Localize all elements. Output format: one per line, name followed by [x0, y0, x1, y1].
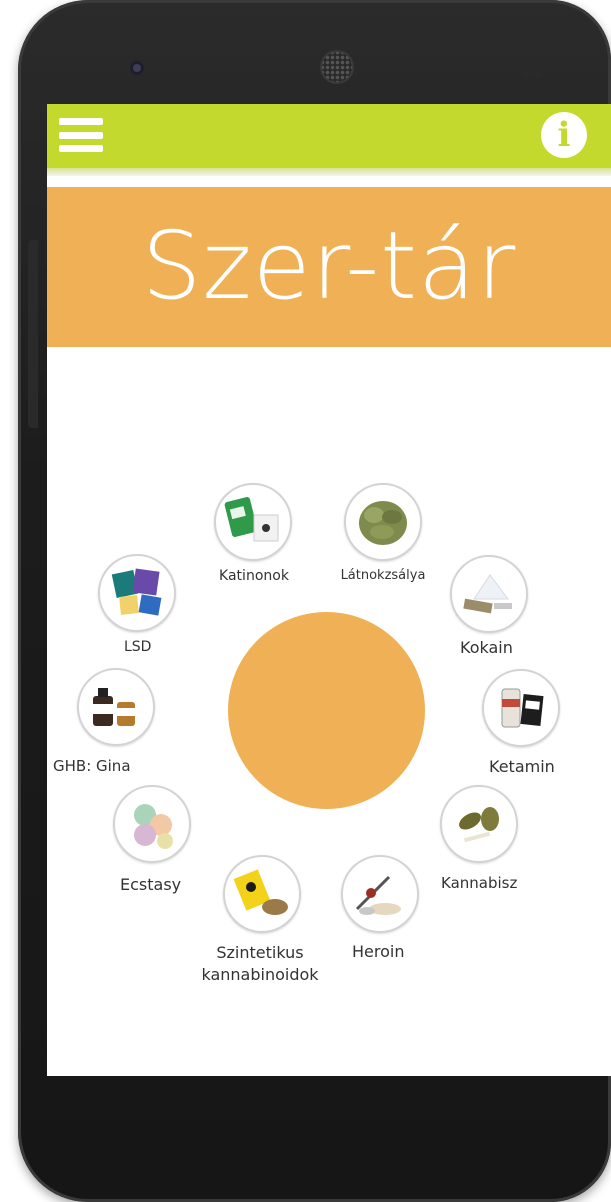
lsd-blotters-icon — [98, 554, 176, 632]
proximity-sensor-icon — [523, 63, 551, 78]
substance-label: Katinonok — [219, 568, 289, 584]
app-screen: i Szer-tár Katinonok Látnokzsálya Kokain… — [47, 104, 611, 1076]
side-volume-button — [28, 240, 38, 428]
substance-label-line2: kannabinoidok — [201, 965, 319, 984]
info-icon[interactable]: i — [541, 112, 587, 158]
substance-label: GHB: Gina — [53, 757, 131, 775]
ketamin-vial-icon — [482, 669, 560, 747]
substance-label: Szintetikus kannabinoidok — [194, 942, 326, 986]
front-camera-icon — [130, 61, 144, 75]
heroin-spoon-icon — [341, 855, 419, 933]
kannabisz-bud-icon — [440, 785, 518, 863]
center-circle[interactable] — [228, 612, 425, 809]
szintetikus-packet-icon — [223, 855, 301, 933]
page-title: Szer-tár — [141, 212, 517, 321]
substance-label: Ecstasy — [120, 875, 182, 894]
substance-label: Kannabisz — [441, 874, 518, 892]
katinonok-packet-icon — [214, 483, 292, 561]
substance-label: Heroin — [352, 942, 405, 961]
ecstasy-pills-icon — [113, 785, 191, 863]
top-app-bar: i — [47, 104, 611, 168]
earpiece-speaker-icon — [320, 50, 354, 84]
topbar-divider — [47, 168, 611, 176]
substance-label: Kokain — [460, 638, 513, 657]
hamburger-menu-icon[interactable] — [59, 118, 103, 152]
title-banner: Szer-tár — [47, 187, 611, 347]
substance-label: Látnokzsálya — [340, 568, 426, 583]
substance-label: LSD — [124, 639, 152, 655]
kokain-powder-icon — [450, 555, 528, 633]
substance-label-line1: Szintetikus — [216, 943, 304, 962]
ghb-bottles-icon — [77, 668, 155, 746]
latnokzsalya-leaves-icon — [344, 483, 422, 561]
substance-label: Ketamin — [489, 757, 555, 776]
